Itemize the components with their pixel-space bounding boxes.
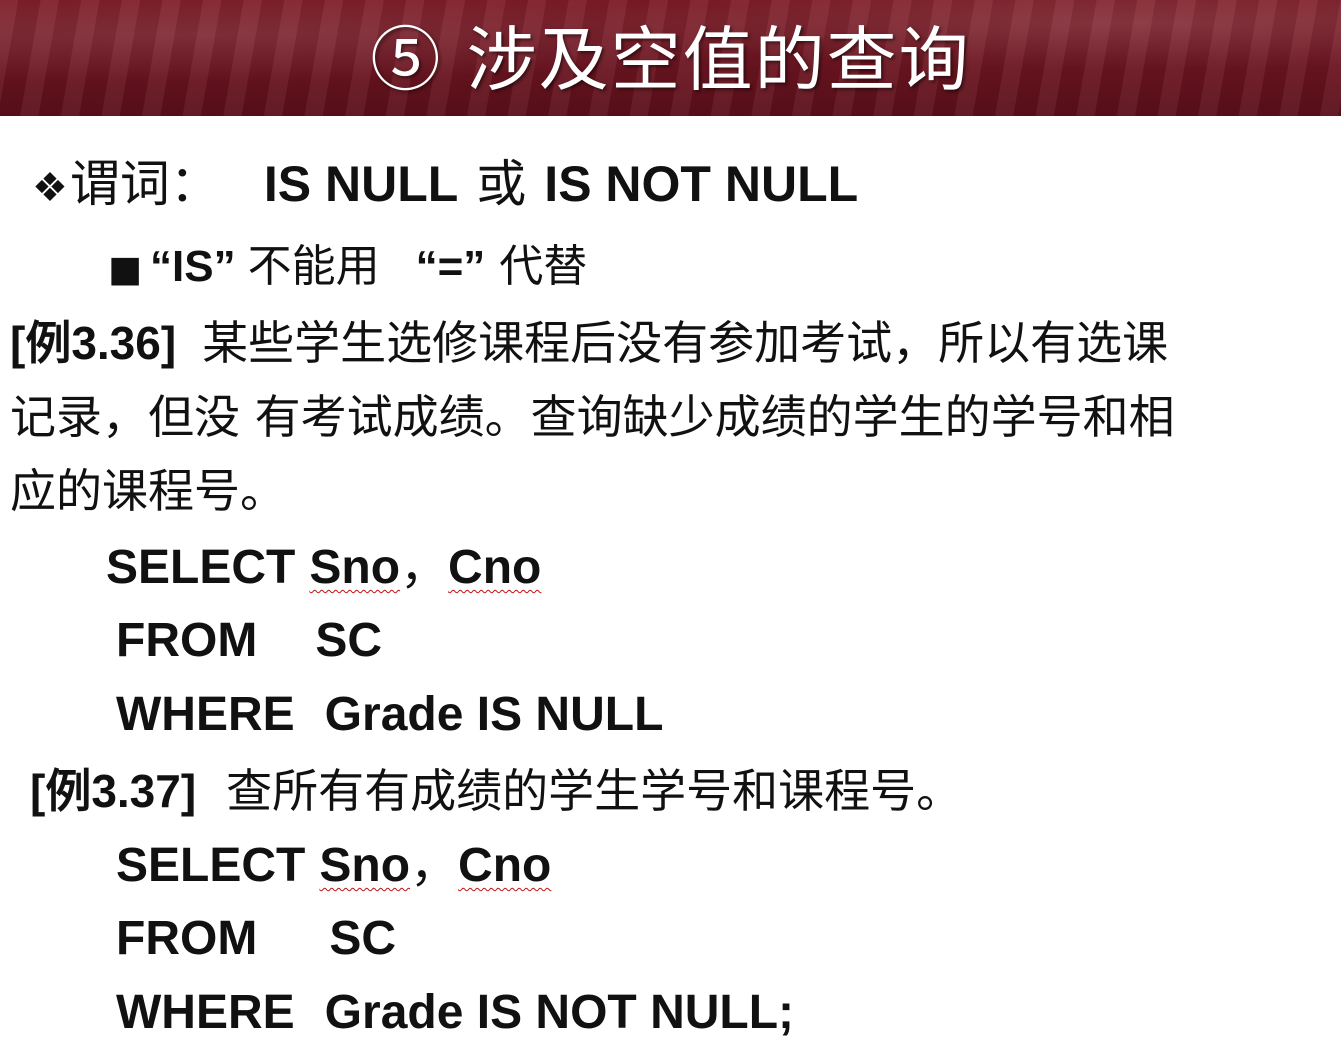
sql-37-col-cno: Cno bbox=[458, 839, 552, 892]
sql-36-select-line: SELECT Sno，Cno bbox=[106, 536, 541, 599]
sql-37-from-keyword: FROM bbox=[116, 912, 258, 965]
example-36-line-3: 应的课程号。 bbox=[10, 464, 286, 518]
sql-37-col-sno: Sno bbox=[319, 839, 411, 892]
equals-quoted: “=” bbox=[415, 242, 486, 291]
sql-36-condition: Grade IS NULL bbox=[324, 688, 664, 741]
sql-36-table: SC bbox=[315, 614, 382, 667]
example-37-text: 查所有有成绩的学生学号和课程号。 bbox=[226, 764, 963, 818]
sql-37-table: SC bbox=[329, 912, 396, 965]
cannot-use-text: 不能用 bbox=[247, 241, 380, 292]
sql-36-from-keyword: FROM bbox=[116, 614, 258, 667]
replace-text: 代替 bbox=[499, 241, 588, 292]
sql-37-condition: Grade IS NOT NULL; bbox=[324, 986, 795, 1039]
slide-header: ⑤ 涉及空值的查询 bbox=[0, 0, 1341, 116]
or-word: 或 bbox=[476, 155, 527, 213]
is-null-keyword: IS NULL bbox=[263, 156, 459, 212]
sql-36-col-cno: Cno bbox=[448, 541, 542, 594]
example-36-line-2: 记录，但没 有考试成绩。查询缺少成绩的学生的学号和相 bbox=[10, 390, 1175, 444]
is-quoted: “IS” bbox=[150, 242, 236, 291]
sql-36-where-keyword: WHERE bbox=[116, 688, 295, 741]
sql-36-select-keyword: SELECT bbox=[106, 541, 296, 594]
note-line: ■ “IS” 不能用 “=” 代替 bbox=[108, 238, 587, 299]
is-not-null-keyword: IS NOT NULL bbox=[544, 156, 859, 212]
example-36-text-1: 某些学生选修课程后没有参加考试，所以有选课 bbox=[202, 316, 1169, 370]
sql-36-from-line: FROM SC bbox=[116, 610, 382, 672]
predicate-label: 谓词： bbox=[69, 155, 220, 213]
example-36-tag: [例3.36] bbox=[10, 317, 177, 369]
sql-37-select-keyword: SELECT bbox=[116, 839, 306, 892]
sql-36-comma: ， bbox=[400, 539, 449, 595]
sql-37-where-keyword: WHERE bbox=[116, 986, 295, 1039]
sql-36-where-line: WHERE Grade IS NULL bbox=[116, 684, 663, 746]
diamond-bullet-icon: ❖ bbox=[32, 165, 68, 211]
sql-37-select-line: SELECT Sno，Cno bbox=[116, 834, 551, 897]
sql-37-where-line: WHERE Grade IS NOT NULL; bbox=[116, 982, 794, 1044]
sql-37-from-line: FROM SC bbox=[116, 908, 396, 970]
sql-36-col-sno: Sno bbox=[309, 541, 401, 594]
square-bullet-icon: ■ bbox=[108, 249, 143, 290]
predicate-line: ❖谓词： IS NULL 或 IS NOT NULL bbox=[32, 152, 858, 220]
sql-37-comma: ， bbox=[410, 837, 459, 893]
slide-title: ⑤ 涉及空值的查询 bbox=[370, 19, 971, 101]
example-37-tag: [例3.37] bbox=[30, 765, 197, 817]
example-37-line: [例3.37] 查所有有成绩的学生学号和课程号。 bbox=[30, 760, 962, 822]
example-36-line-1: [例3.36] 某些学生选修课程后没有参加考试，所以有选课 bbox=[10, 312, 1168, 374]
